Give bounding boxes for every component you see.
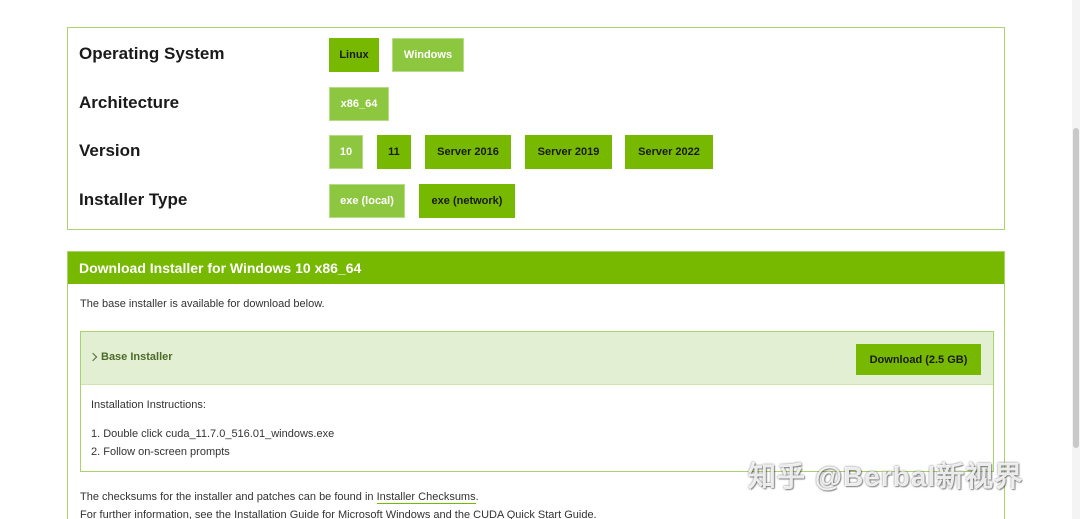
version-option-server-2019[interactable]: Server 2019 [525,135,612,169]
installer-type-row: Installer Type exe (local) exe (network) [68,184,1004,218]
base-installer-toggle[interactable]: Base Installer [88,351,173,363]
further-info-text: For further information, see the Install… [80,509,597,519]
version-label: Version [79,141,141,160]
vertical-scrollbar[interactable] [1072,0,1080,519]
checksum-suffix: . [475,491,479,503]
installer-checksums-link[interactable]: Installer Checksums [376,491,476,504]
version-row: Version 10 11 Server 2016 Server 2019 Se… [68,135,1004,169]
os-option-windows[interactable]: Windows [392,38,464,72]
download-header: Download Installer for Windows 10 x86_64 [68,252,1004,284]
version-option-10[interactable]: 10 [329,135,363,169]
base-installer-box: Base Installer Download (2.5 GB) Install… [80,331,994,472]
installer-option-exe-network[interactable]: exe (network) [419,184,515,218]
installation-instructions-title: Installation Instructions: [91,399,206,411]
chevron-right-icon [88,352,98,362]
installer-type-label: Installer Type [79,190,188,209]
watermark: 知乎 @Berbal新视界 [748,461,1024,492]
arch-label: Architecture [79,93,180,112]
version-option-server-2016[interactable]: Server 2016 [425,135,511,169]
instruction-step-2: 2. Follow on-screen prompts [91,446,230,458]
checksum-prefix: The checksums for the installer and patc… [80,491,377,503]
download-button[interactable]: Download (2.5 GB) [856,344,981,375]
os-label: Operating System [79,44,225,63]
installer-option-exe-local[interactable]: exe (local) [329,184,405,218]
installer-selector-panel: Operating System Linux Windows Architect… [67,27,1005,230]
base-installer-header: Base Installer Download (2.5 GB) [81,332,993,385]
version-option-server-2022[interactable]: Server 2022 [625,135,713,169]
arch-row: Architecture x86_64 [68,87,1004,121]
arch-option-x86-64[interactable]: x86_64 [329,87,389,121]
checksum-text: The checksums for the installer and patc… [80,491,479,504]
base-installer-label: Base Installer [101,351,173,363]
instruction-step-1: 1. Double click cuda_11.7.0_516.01_windo… [91,428,335,440]
scrollbar-thumb[interactable] [1073,128,1079,448]
os-option-linux[interactable]: Linux [329,38,379,72]
version-option-11[interactable]: 11 [377,135,411,169]
base-installer-description: The base installer is available for down… [80,298,325,310]
os-row: Operating System Linux Windows [68,38,1004,72]
